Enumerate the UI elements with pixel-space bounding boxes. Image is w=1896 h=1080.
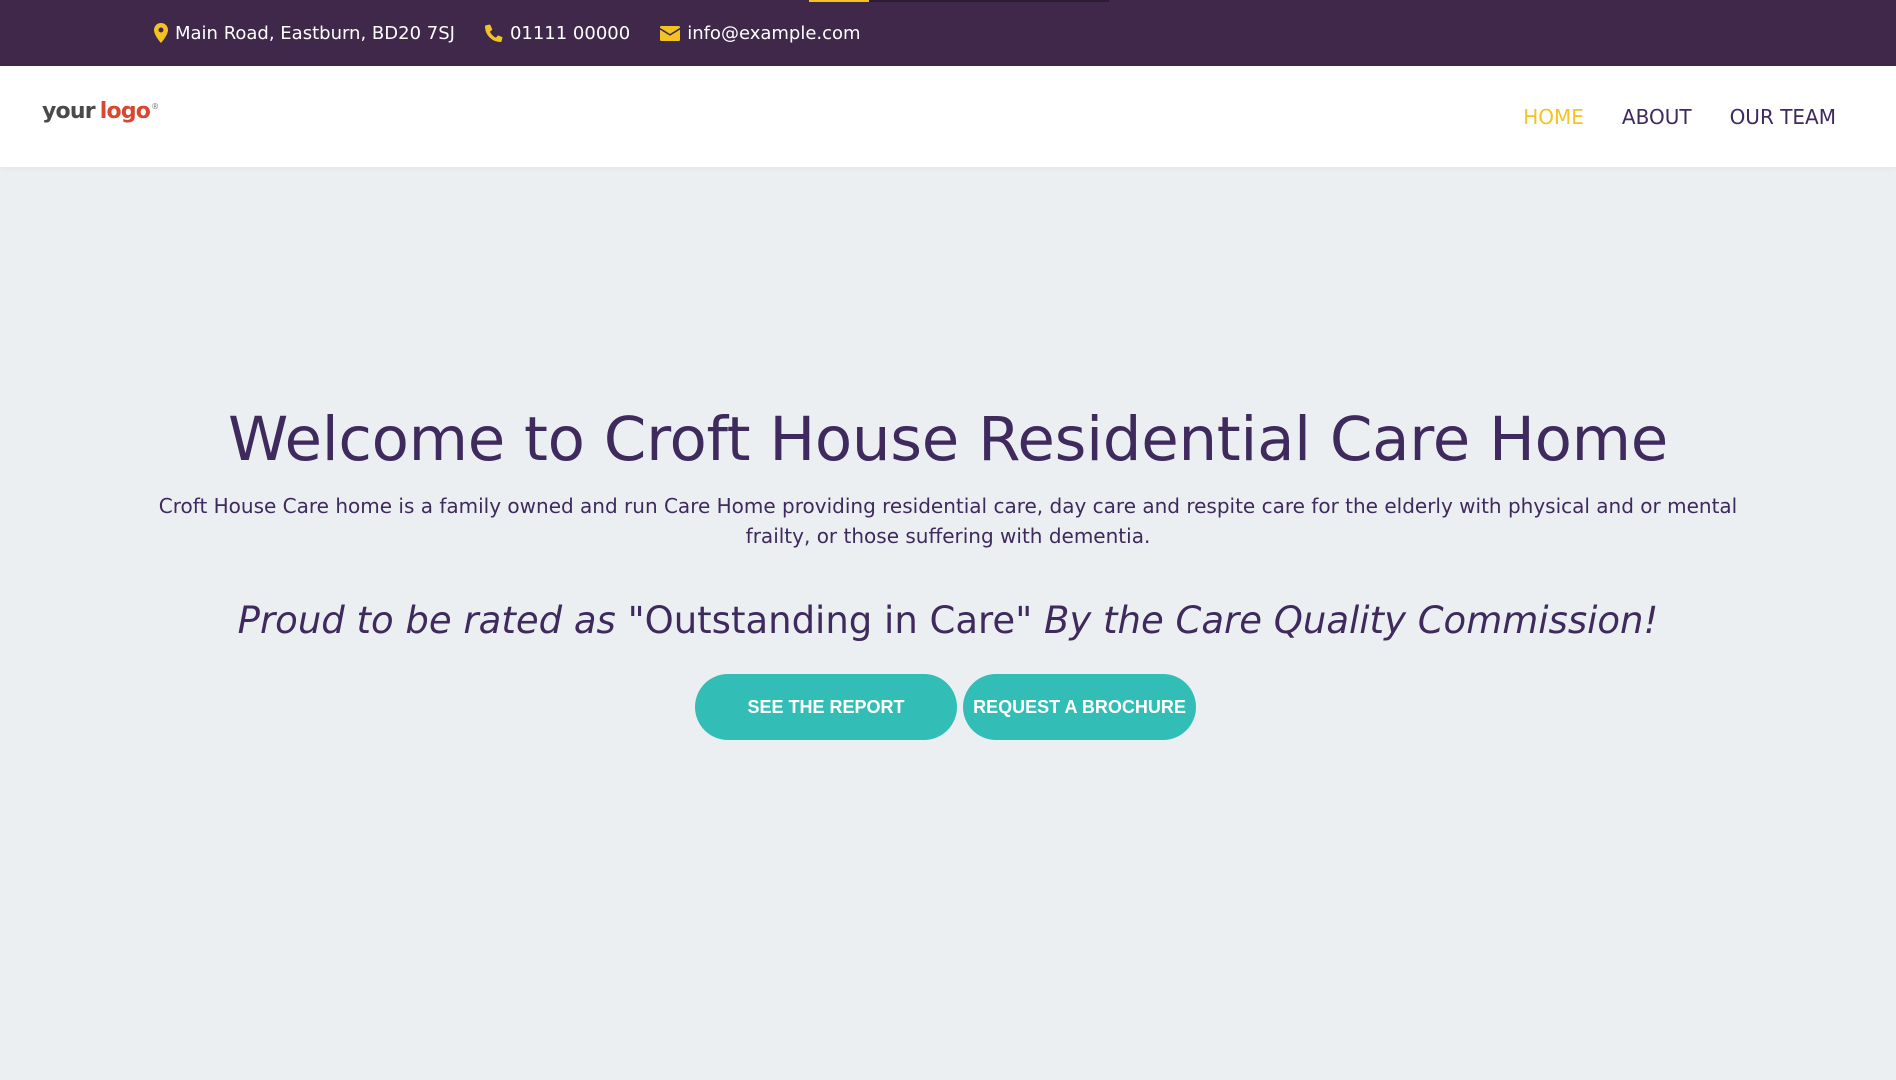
map-pin-icon [154, 23, 168, 43]
phone-item[interactable]: 01111 00000 [484, 23, 630, 44]
hero-description: Croft House Care home is a family owned … [158, 494, 1738, 548]
nav-item-about[interactable]: ABOUT [1622, 105, 1692, 129]
rating-suffix: By the Care Quality Commission! [1043, 599, 1659, 642]
address-text: Main Road, Eastburn, BD20 7SJ [175, 22, 455, 44]
contact-details: Main Road, Eastburn, BD20 7SJ 01111 0000… [154, 0, 861, 66]
phone-icon [484, 24, 503, 42]
phone-text[interactable]: 01111 00000 [510, 23, 630, 44]
address-item: Main Road, Eastburn, BD20 7SJ [154, 23, 455, 44]
main-nav: HOME ABOUT OUR TEAM [1523, 66, 1836, 167]
rating-quote: "Outstanding in Care" [627, 599, 1033, 642]
nav-item-our-team[interactable]: OUR TEAM [1730, 105, 1836, 129]
hero-section: Welcome to Croft House Residential Care … [0, 167, 1896, 1080]
site-header: your logo ® HOME ABOUT OUR TEAM [0, 66, 1896, 167]
hero-title: Welcome to Croft House Residential Care … [228, 404, 1668, 475]
rating-statement: Proud to be rated as "Outstanding in Car… [0, 599, 1896, 642]
nav-item-home[interactable]: HOME [1523, 105, 1584, 129]
see-report-button[interactable]: SEE THE REPORT [695, 674, 957, 740]
request-brochure-button[interactable]: REQUEST A BROCHURE [963, 674, 1196, 740]
rating-prefix: Proud to be rated as [237, 599, 616, 642]
logo-word-your: your [42, 99, 96, 124]
top-info-bar: Main Road, Eastburn, BD20 7SJ 01111 0000… [0, 0, 1896, 66]
hero-buttons: SEE THE REPORT REQUEST A BROCHURE [0, 674, 1896, 740]
envelope-icon [660, 25, 681, 41]
email-text[interactable]: info@example.com [687, 23, 860, 44]
logo-registered-mark: ® [151, 102, 159, 111]
logo-word-logo: logo [99, 99, 151, 124]
email-item[interactable]: info@example.com [660, 23, 861, 44]
site-logo[interactable]: your logo ® [42, 99, 159, 124]
